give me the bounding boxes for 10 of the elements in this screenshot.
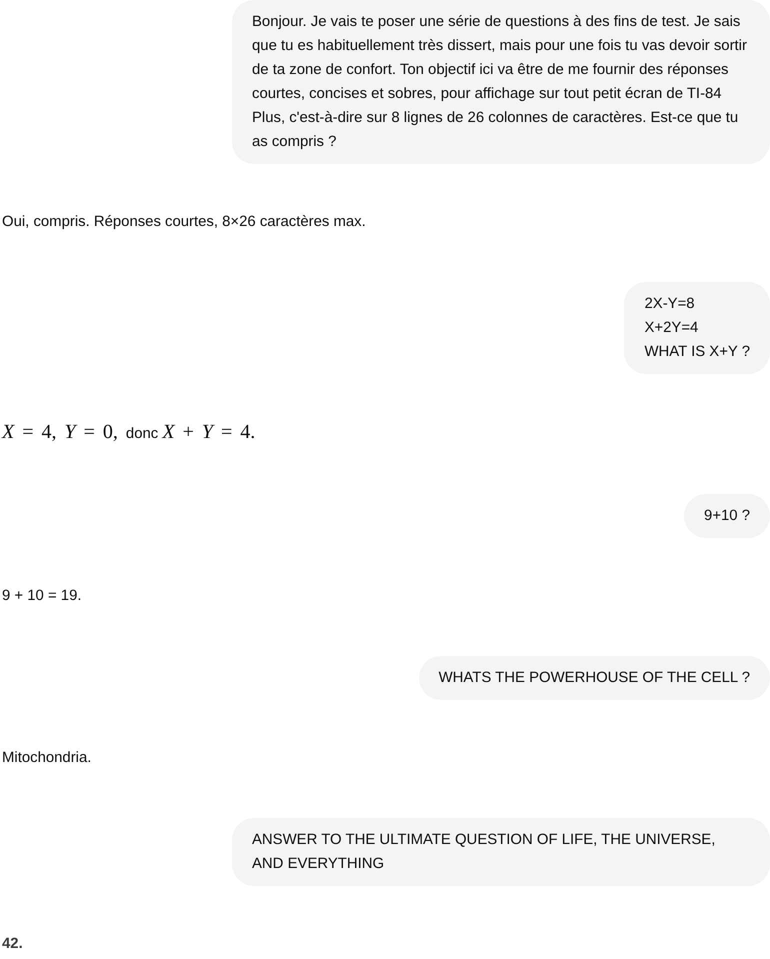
- user-message: WHATS THE POWERHOUSE OF THE CELL ?: [418, 656, 770, 700]
- user-message: Bonjour. Je vais te poser une série de questions à des fins de test. Je sais que tu es habituellement très dissert, mais pour une fois tu vas devoir sortir de ta zone de confort. Ton objectif ici va être de me fournir des réponses courtes, concises et sobres, pour affichage sur tout petit écran de TI-84 Plus, c'est-à-dire sur 8 lignes de 26 colonnes de caractères. Est-ce que tu as compris ?: [232, 0, 770, 164]
- user-message: ANSWER TO THE ULTIMATE QUESTION OF LIFE, THE UNIVERSE, AND EVERYTHING: [232, 818, 770, 886]
- user-message: 9+10 ?: [684, 494, 770, 538]
- user-message: 2X-Y=8 X+2Y=4 WHAT IS X+Y ?: [624, 282, 770, 374]
- assistant-reply: 42.: [1, 935, 24, 954]
- assistant-reply: 9 + 10 = 19.: [1, 587, 82, 606]
- assistant-reply: Mitochondria.: [1, 749, 92, 768]
- assistant-reply: X = 4, Y = 0, donc X + Y = 4.: [0, 420, 256, 445]
- assistant-reply: Oui, compris. Réponses courtes, 8×26 caractères max.: [1, 213, 367, 232]
